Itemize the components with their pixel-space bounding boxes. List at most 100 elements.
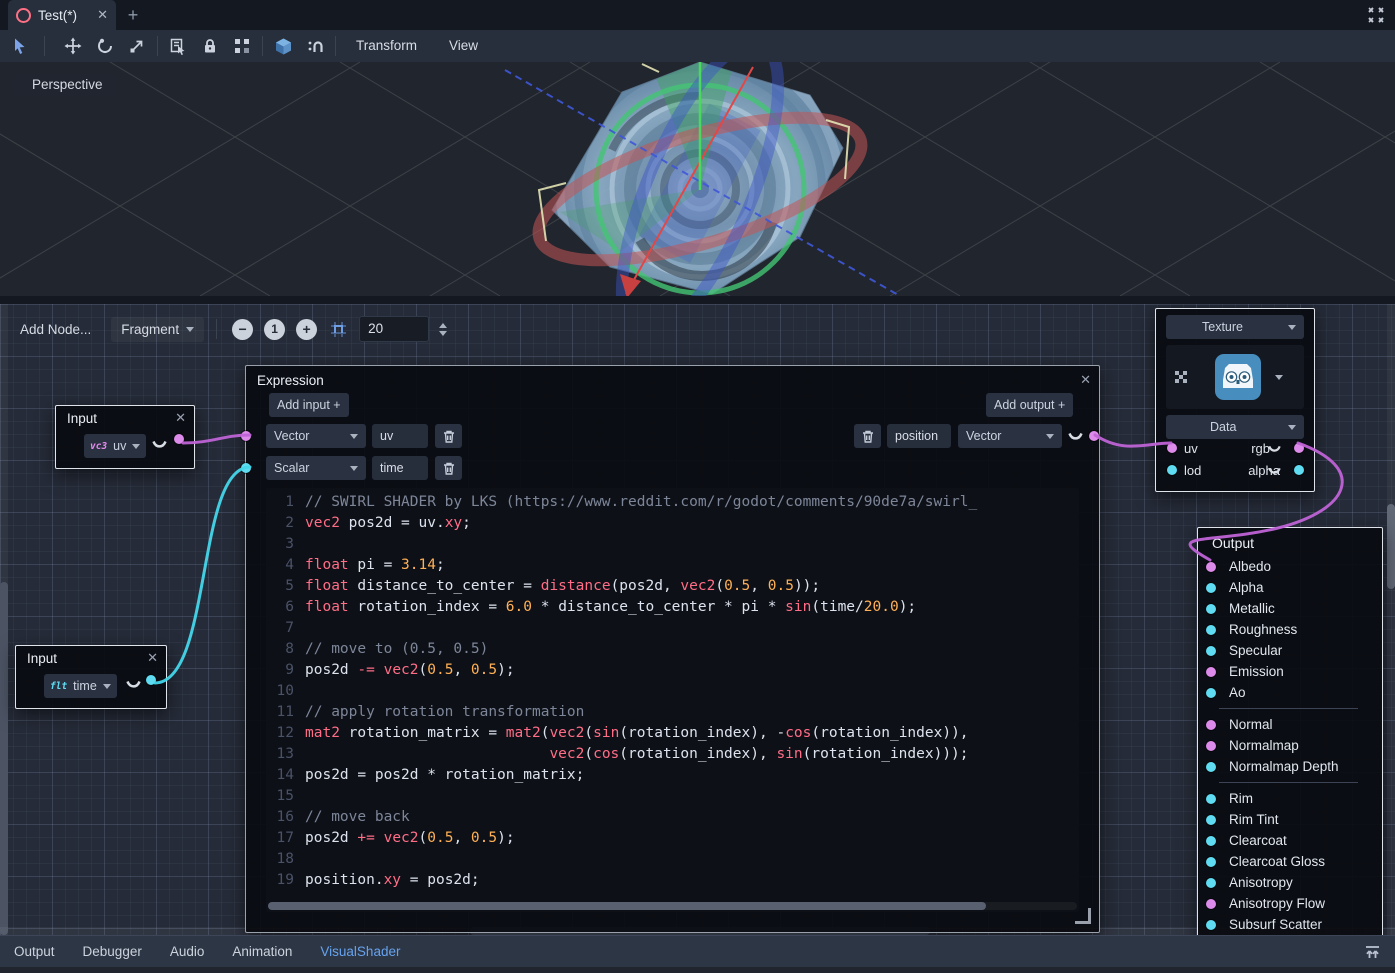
port-dot-anisotropy-flow[interactable] bbox=[1206, 899, 1216, 909]
zoom-in-button[interactable]: + bbox=[296, 319, 317, 340]
snap-distance-input[interactable]: 20 bbox=[359, 316, 429, 342]
scrollbar-grabber[interactable] bbox=[0, 582, 8, 935]
port-dot-normal[interactable] bbox=[1206, 720, 1216, 730]
visual-shader-graph[interactable]: Add Node... Fragment − 1 + 20 Input ✕ bbox=[0, 304, 1395, 935]
close-icon[interactable]: ✕ bbox=[147, 650, 158, 666]
scene-tab-test[interactable]: Test(*) ✕ bbox=[8, 0, 116, 30]
3d-viewport[interactable]: Perspective bbox=[0, 62, 1395, 296]
rotate-tool-icon[interactable] bbox=[89, 30, 121, 62]
texture-port-row: lod alpha bbox=[1156, 459, 1314, 481]
perspective-menu[interactable]: Perspective bbox=[14, 74, 115, 96]
lock-icon[interactable] bbox=[194, 30, 226, 62]
shader-mode-dropdown[interactable]: Fragment bbox=[111, 317, 204, 342]
menu-view[interactable]: View bbox=[433, 30, 494, 62]
output-port-row: Clearcoat Gloss bbox=[1198, 851, 1382, 872]
port-dot-rim[interactable] bbox=[1206, 794, 1216, 804]
bottom-tab-audio[interactable]: Audio bbox=[156, 936, 219, 968]
trash-icon bbox=[862, 430, 874, 443]
port-dot-normalmap-depth[interactable] bbox=[1206, 762, 1216, 772]
port-dot-metallic[interactable] bbox=[1206, 604, 1216, 614]
input-port-time[interactable] bbox=[241, 463, 251, 473]
delete-output-button[interactable] bbox=[854, 424, 881, 448]
output-port-position[interactable] bbox=[1089, 431, 1099, 441]
bottom-tab-output[interactable]: Output bbox=[0, 936, 69, 968]
port-preview-icon[interactable] bbox=[1068, 432, 1083, 441]
port-dot-normalmap[interactable] bbox=[1206, 741, 1216, 751]
port-preview-icon[interactable] bbox=[1268, 445, 1281, 453]
delete-input-button[interactable] bbox=[435, 456, 462, 480]
texture-data-dropdown[interactable]: Data bbox=[1166, 415, 1304, 439]
input-type-dropdown[interactable]: Vector bbox=[266, 424, 366, 448]
snap-spinner[interactable] bbox=[439, 323, 447, 336]
bottom-tab-visualshader[interactable]: VisualShader bbox=[306, 936, 414, 968]
port-preview-icon[interactable] bbox=[1268, 467, 1281, 475]
node-input-uv[interactable]: Input ✕ vc3 uv bbox=[55, 405, 195, 469]
port-preview-icon[interactable] bbox=[126, 680, 141, 689]
port-dot-clearcoat-gloss[interactable] bbox=[1206, 857, 1216, 867]
zoom-out-button[interactable]: − bbox=[232, 319, 253, 340]
bottom-tab-animation[interactable]: Animation bbox=[218, 936, 306, 968]
output-type-label: Vector bbox=[966, 429, 1001, 443]
input-port-uv[interactable] bbox=[1167, 443, 1177, 453]
input-name-field[interactable]: uv bbox=[372, 424, 428, 448]
add-output-button[interactable]: Add output + bbox=[986, 393, 1073, 417]
input-port-lod[interactable] bbox=[1167, 465, 1177, 475]
group-icon[interactable] bbox=[226, 30, 258, 62]
graph-vscrollbar-right[interactable] bbox=[1387, 304, 1395, 935]
close-icon[interactable]: ✕ bbox=[1080, 372, 1091, 388]
port-dot-roughness[interactable] bbox=[1206, 625, 1216, 635]
code-line: 2vec2 pos2d = uv.xy; bbox=[266, 513, 1079, 534]
scrollbar-grabber[interactable] bbox=[268, 902, 986, 910]
port-dot-subsurf-scatter[interactable] bbox=[1206, 920, 1216, 930]
fullscreen-icon[interactable] bbox=[1367, 6, 1385, 24]
expand-panel-icon[interactable] bbox=[1364, 945, 1381, 960]
output-port-time[interactable] bbox=[146, 675, 156, 685]
select-tool-icon[interactable] bbox=[4, 30, 36, 62]
move-tool-icon[interactable] bbox=[57, 30, 89, 62]
zoom-reset-button[interactable]: 1 bbox=[264, 319, 285, 340]
add-node-button[interactable]: Add Node... bbox=[10, 317, 101, 342]
input-type-dropdown[interactable]: Scalar bbox=[266, 456, 366, 480]
port-dot-clearcoat[interactable] bbox=[1206, 836, 1216, 846]
output-port-uv[interactable] bbox=[174, 434, 184, 444]
port-dot-emission[interactable] bbox=[1206, 667, 1216, 677]
bottom-tab-debugger[interactable]: Debugger bbox=[69, 936, 156, 968]
scale-tool-icon[interactable] bbox=[121, 30, 153, 62]
input-name-field[interactable]: time bbox=[372, 456, 428, 480]
graph-vscrollbar-left[interactable] bbox=[0, 304, 8, 935]
port-dot-ao[interactable] bbox=[1206, 688, 1216, 698]
scrollbar-grabber[interactable] bbox=[1387, 504, 1395, 589]
add-input-button[interactable]: Add input + bbox=[269, 393, 349, 417]
expression-code-editor[interactable]: 1// SWIRL SHADER by LKS (https://www.red… bbox=[266, 488, 1079, 912]
new-tab-button[interactable]: + bbox=[122, 4, 144, 26]
input-source-dropdown[interactable]: vc3 uv bbox=[84, 434, 146, 458]
node-output[interactable]: Output AlbedoAlphaMetallicRoughnessSpecu… bbox=[1197, 527, 1383, 935]
code-hscrollbar[interactable] bbox=[268, 902, 1077, 910]
snap-mode-icon[interactable] bbox=[299, 30, 331, 62]
chevron-down-icon[interactable] bbox=[1275, 375, 1283, 380]
close-icon[interactable]: ✕ bbox=[175, 410, 186, 426]
port-dot-albedo[interactable] bbox=[1206, 562, 1216, 572]
snap-toggle-icon[interactable] bbox=[330, 321, 347, 338]
output-port-rgb[interactable] bbox=[1294, 443, 1304, 453]
input-port-uv[interactable] bbox=[241, 431, 251, 441]
output-port-row: Normal bbox=[1198, 714, 1382, 735]
delete-input-button[interactable] bbox=[435, 424, 462, 448]
menu-transform[interactable]: Transform bbox=[340, 30, 433, 62]
select-list-icon[interactable] bbox=[162, 30, 194, 62]
port-dot-specular[interactable] bbox=[1206, 646, 1216, 656]
local-space-icon[interactable] bbox=[267, 30, 299, 62]
node-resize-handle[interactable] bbox=[1075, 908, 1091, 924]
port-preview-icon[interactable] bbox=[152, 440, 167, 449]
node-input-time[interactable]: Input ✕ flt time bbox=[15, 645, 167, 709]
port-dot-rim-tint[interactable] bbox=[1206, 815, 1216, 825]
tab-close-icon[interactable]: ✕ bbox=[97, 7, 108, 23]
output-port-alpha[interactable] bbox=[1294, 465, 1304, 475]
input-source-dropdown[interactable]: flt time bbox=[44, 674, 117, 698]
output-name-field[interactable]: position bbox=[887, 424, 951, 448]
port-dot-anisotropy[interactable] bbox=[1206, 878, 1216, 888]
port-dot-alpha[interactable] bbox=[1206, 583, 1216, 593]
texture-preview[interactable] bbox=[1166, 345, 1304, 409]
output-type-dropdown[interactable]: Vector bbox=[958, 424, 1062, 448]
node-expression[interactable]: Expression ✕ Add input + Add output + Ve… bbox=[245, 365, 1100, 933]
